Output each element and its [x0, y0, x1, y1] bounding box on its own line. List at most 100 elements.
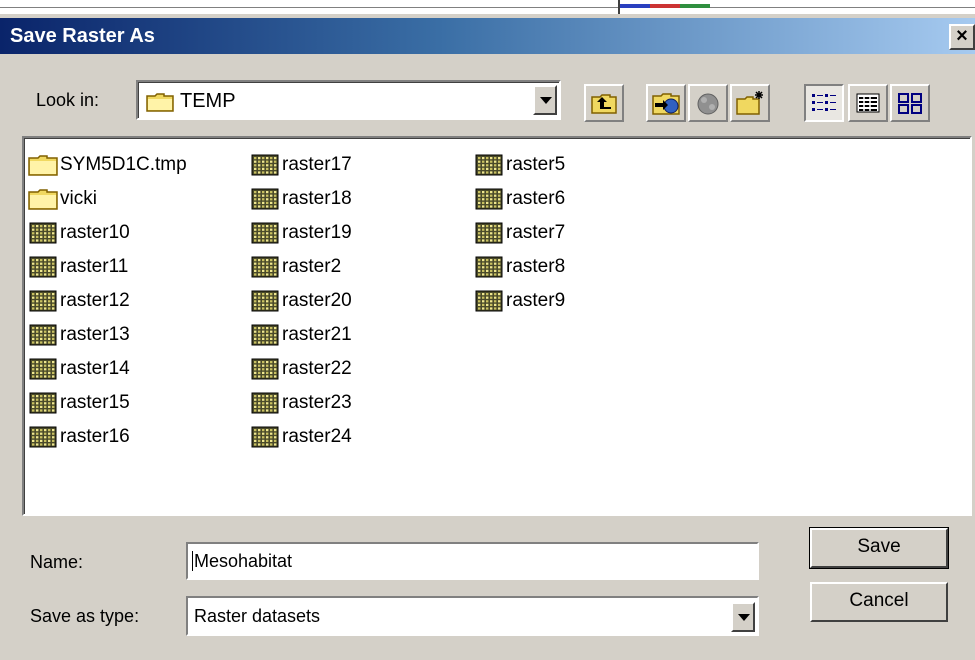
raster-icon	[251, 290, 279, 312]
background-window-strip	[0, 0, 975, 14]
file-name: raster22	[282, 358, 352, 379]
list-item[interactable]: raster5	[474, 148, 565, 182]
list-item[interactable]: raster12	[28, 284, 187, 318]
raster-icon	[251, 154, 279, 176]
look-in-value: TEMP	[180, 90, 236, 112]
list-view-button[interactable]	[804, 84, 844, 122]
save-as-type-value: Raster datasets	[194, 606, 321, 626]
list-item[interactable]: raster11	[28, 250, 187, 284]
file-name: raster7	[506, 222, 566, 243]
cancel-button[interactable]: Cancel	[810, 582, 948, 622]
raster-icon	[475, 256, 503, 278]
file-name: raster5	[506, 154, 566, 175]
background-color-markers	[620, 0, 710, 14]
list-item[interactable]: raster10	[28, 216, 187, 250]
file-name: raster17	[282, 154, 352, 175]
close-button[interactable]: ×	[949, 24, 975, 50]
file-name: raster6	[506, 188, 566, 209]
file-column-2: raster17 raster18 raster19 raster2 raster20 r…	[250, 148, 352, 454]
look-in-dropdown-button[interactable]	[533, 85, 557, 115]
file-name: raster16	[60, 426, 130, 447]
raster-icon	[29, 256, 57, 278]
file-name: raster14	[60, 358, 130, 379]
connect-folder-button[interactable]	[646, 84, 686, 122]
raster-icon	[251, 358, 279, 380]
raster-icon	[251, 256, 279, 278]
name-label: Name:	[30, 552, 84, 572]
raster-icon	[29, 222, 57, 244]
file-name: raster18	[282, 188, 352, 209]
list-item[interactable]: raster22	[250, 352, 352, 386]
disconnect-folder-button[interactable]	[688, 84, 728, 122]
list-item[interactable]: raster23	[250, 386, 352, 420]
folder-icon	[28, 155, 58, 176]
list-item[interactable]: raster14	[28, 352, 187, 386]
list-item[interactable]: raster6	[474, 182, 565, 216]
thumbnails-view-button[interactable]	[890, 84, 930, 122]
raster-icon	[475, 154, 503, 176]
file-name: raster13	[60, 324, 130, 345]
list-item[interactable]: raster16	[28, 420, 187, 454]
raster-icon	[251, 426, 279, 448]
list-item[interactable]: raster21	[250, 318, 352, 352]
list-item[interactable]: raster2	[250, 250, 352, 284]
file-column-3: raster5 raster6 raster7 raster8 raster9	[474, 148, 565, 318]
list-view-icon	[812, 94, 836, 111]
look-in-dropdown[interactable]: TEMP	[136, 80, 561, 120]
file-name: raster15	[60, 392, 130, 413]
save-as-type-dropdown-button[interactable]	[731, 602, 755, 632]
raster-icon	[29, 290, 57, 312]
raster-icon	[29, 392, 57, 414]
raster-icon	[475, 222, 503, 244]
new-folder-icon	[736, 91, 763, 115]
list-item[interactable]: raster24	[250, 420, 352, 454]
new-folder-button[interactable]	[730, 84, 770, 122]
dialog-title: Save Raster As	[10, 25, 155, 47]
name-input-value: Mesohabitat	[194, 551, 293, 571]
folder-icon	[146, 93, 174, 112]
save-raster-dialog: Save Raster As × Look in: TEMP SYM5D1C.t…	[0, 14, 975, 660]
name-input[interactable]: Mesohabitat	[186, 542, 759, 580]
list-item[interactable]: SYM5D1C.tmp	[28, 148, 187, 182]
file-list[interactable]: SYM5D1C.tmp vicki raster10 raster11 raster12…	[22, 136, 972, 516]
raster-icon	[251, 188, 279, 210]
list-item[interactable]: raster18	[250, 182, 352, 216]
file-name: raster12	[60, 290, 130, 311]
list-item[interactable]: vicki	[28, 182, 187, 216]
list-item[interactable]: raster9	[474, 284, 565, 318]
up-one-level-button[interactable]	[584, 84, 624, 122]
text-caret	[192, 551, 193, 571]
raster-icon	[475, 290, 503, 312]
connect-folder-icon	[652, 93, 680, 115]
save-as-type-label: Save as type:	[30, 606, 140, 626]
list-item[interactable]: raster15	[28, 386, 187, 420]
raster-icon	[29, 358, 57, 380]
file-name: raster10	[60, 222, 130, 243]
details-view-icon	[856, 93, 880, 113]
list-item[interactable]: raster20	[250, 284, 352, 318]
save-as-type-dropdown[interactable]: Raster datasets	[186, 596, 759, 636]
file-name: raster19	[282, 222, 352, 243]
raster-icon	[251, 392, 279, 414]
file-column-1: SYM5D1C.tmp vicki raster10 raster11 raster12…	[28, 148, 187, 454]
file-name: raster24	[282, 426, 352, 447]
disconnect-folder-icon	[697, 93, 719, 115]
list-item[interactable]: raster19	[250, 216, 352, 250]
list-item[interactable]: raster8	[474, 250, 565, 284]
file-name: raster21	[282, 324, 352, 345]
file-name: raster9	[506, 290, 566, 311]
file-name: raster20	[282, 290, 352, 311]
list-item[interactable]: raster7	[474, 216, 565, 250]
title-bar[interactable]: Save Raster As ×	[0, 18, 975, 54]
background-divider	[0, 7, 975, 8]
details-view-button[interactable]	[848, 84, 888, 122]
raster-icon	[251, 222, 279, 244]
file-name: raster11	[60, 256, 129, 277]
raster-icon	[475, 188, 503, 210]
file-name: raster8	[506, 256, 566, 277]
save-button[interactable]: Save	[809, 527, 949, 569]
list-item[interactable]: raster13	[28, 318, 187, 352]
raster-icon	[251, 324, 279, 346]
list-item[interactable]: raster17	[250, 148, 352, 182]
file-name: vicki	[60, 188, 97, 209]
